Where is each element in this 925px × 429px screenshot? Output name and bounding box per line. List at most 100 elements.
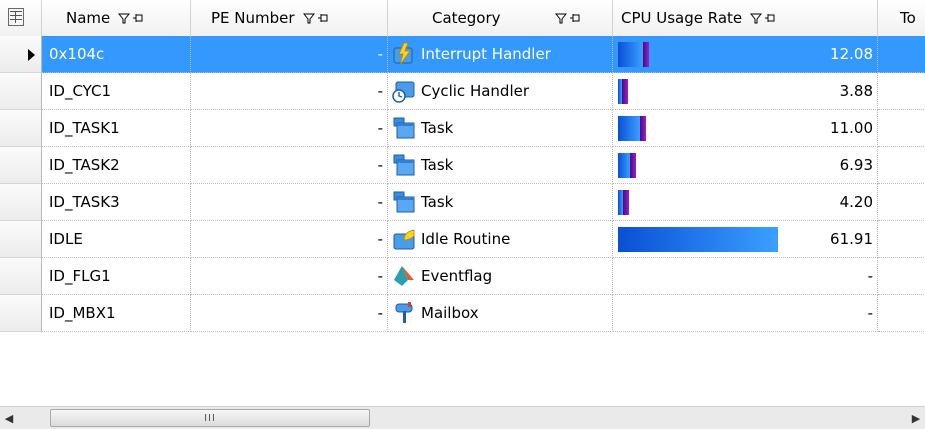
table-row[interactable]: ID_FLG1 - Eventflag -	[0, 258, 925, 295]
cpu-usage-bar-fill	[618, 116, 640, 141]
cell-category-text: Eventflag	[421, 267, 493, 285]
cpu-usage-bar-fill	[618, 42, 643, 67]
cell-category[interactable]: Idle Routine	[388, 221, 613, 258]
cpu-usage-bar-cap	[630, 153, 636, 178]
filter-icon[interactable]	[302, 12, 315, 24]
cell-pe-number[interactable]: -	[191, 258, 388, 295]
cell-pe-number[interactable]: -	[191, 184, 388, 221]
select-all-cell[interactable]	[0, 0, 42, 36]
cell-name[interactable]: ID_FLG1	[42, 258, 191, 295]
task-icon	[392, 190, 416, 214]
column-header-category[interactable]: Category	[388, 0, 613, 36]
cpu-usage-bar	[618, 79, 628, 104]
cell-name[interactable]: ID_TASK1	[42, 110, 191, 147]
interrupt-handler-icon	[392, 42, 416, 66]
table-row[interactable]: ID_MBX1 - Mailbox -	[0, 295, 925, 332]
filter-icon[interactable]	[554, 12, 567, 24]
row-header[interactable]	[0, 258, 42, 295]
cell-cpu-usage-rate-text: -	[867, 304, 873, 322]
cell-category[interactable]: Task	[388, 147, 613, 184]
row-header[interactable]	[0, 221, 42, 258]
pin-icon[interactable]	[569, 12, 581, 24]
cpu-usage-bar	[618, 42, 649, 67]
cell-cpu-usage-rate[interactable]: 61.91	[613, 221, 878, 258]
cell-total[interactable]	[878, 147, 925, 184]
cpu-usage-bar-cap	[622, 79, 628, 104]
cell-cpu-usage-rate[interactable]: -	[613, 258, 878, 295]
column-header-pe-number[interactable]: PE Number	[191, 0, 388, 36]
table-row[interactable]: ID_CYC1 - Cyclic Handler 3.88	[0, 73, 925, 110]
cell-category-text: Cyclic Handler	[421, 82, 530, 100]
cell-cpu-usage-rate[interactable]: 11.00	[613, 110, 878, 147]
cell-name[interactable]: ID_CYC1	[42, 73, 191, 110]
cell-name-text: IDLE	[49, 230, 83, 248]
cell-name[interactable]: ID_TASK2	[42, 147, 191, 184]
cell-category[interactable]: Cyclic Handler	[388, 73, 613, 110]
cyclic-handler-icon	[392, 79, 416, 103]
table-row[interactable]: ID_TASK2 - Task 6.93	[0, 147, 925, 184]
cell-pe-number-text: -	[377, 82, 383, 100]
cell-name[interactable]: IDLE	[42, 221, 191, 258]
cell-total[interactable]	[878, 36, 925, 73]
column-header-name[interactable]: Name	[42, 0, 191, 36]
table-row[interactable]: IDLE - Idle Routine 61.91	[0, 221, 925, 258]
cell-cpu-usage-rate[interactable]: 3.88	[613, 73, 878, 110]
cell-name[interactable]: ID_MBX1	[42, 295, 191, 332]
cell-category[interactable]: Eventflag	[388, 258, 613, 295]
cell-pe-number[interactable]: -	[191, 147, 388, 184]
cpu-usage-bar	[618, 116, 646, 141]
cell-cpu-usage-rate[interactable]: 6.93	[613, 147, 878, 184]
column-header-category-label: Category	[432, 9, 501, 27]
row-header[interactable]	[0, 36, 42, 73]
scrollbar-thumb[interactable]: III	[50, 409, 370, 427]
cell-category-text: Interrupt Handler	[421, 45, 551, 63]
table-row[interactable]: 0x104c - Interrupt Handler 12.08	[0, 36, 925, 73]
cell-total[interactable]	[878, 110, 925, 147]
table-row[interactable]: ID_TASK1 - Task 11.00	[0, 110, 925, 147]
cell-name-text: ID_MBX1	[49, 304, 116, 322]
column-header-cpu-usage-rate[interactable]: CPU Usage Rate	[613, 0, 878, 36]
cell-category-text: Task	[421, 156, 454, 174]
horizontal-scrollbar[interactable]: ◀ III ▶	[0, 406, 925, 429]
cell-total[interactable]	[878, 221, 925, 258]
cell-category-text: Idle Routine	[421, 230, 511, 248]
cell-pe-number[interactable]: -	[191, 221, 388, 258]
cell-total[interactable]	[878, 184, 925, 221]
row-header[interactable]	[0, 147, 42, 184]
row-header[interactable]	[0, 295, 42, 332]
cell-name[interactable]: ID_TASK3	[42, 184, 191, 221]
cell-pe-number-text: -	[377, 45, 383, 63]
column-chooser-icon[interactable]	[8, 8, 24, 26]
cell-cpu-usage-rate[interactable]: 4.20	[613, 184, 878, 221]
column-header-total[interactable]: To	[878, 0, 925, 36]
cell-name[interactable]: 0x104c	[42, 36, 191, 73]
scrollbar-grip: III	[204, 412, 216, 424]
cell-total[interactable]	[878, 73, 925, 110]
filter-icon[interactable]	[750, 12, 763, 24]
pin-icon[interactable]	[317, 12, 329, 24]
cell-pe-number[interactable]: -	[191, 295, 388, 332]
row-header[interactable]	[0, 73, 42, 110]
table-row[interactable]: ID_TASK3 - Task 4.20	[0, 184, 925, 221]
task-icon	[392, 116, 416, 140]
pin-icon[interactable]	[132, 12, 144, 24]
cell-pe-number[interactable]: -	[191, 36, 388, 73]
cpu-usage-bar	[618, 227, 778, 252]
scroll-right-icon[interactable]: ▶	[907, 407, 925, 429]
cell-total[interactable]	[878, 258, 925, 295]
cpu-usage-bar-cap	[640, 116, 646, 141]
cell-category[interactable]: Task	[388, 184, 613, 221]
cell-cpu-usage-rate[interactable]: -	[613, 295, 878, 332]
cell-total[interactable]	[878, 295, 925, 332]
cell-cpu-usage-rate[interactable]: 12.08	[613, 36, 878, 73]
cell-pe-number[interactable]: -	[191, 110, 388, 147]
row-header[interactable]	[0, 110, 42, 147]
cell-category[interactable]: Task	[388, 110, 613, 147]
pin-icon[interactable]	[764, 12, 776, 24]
cell-pe-number[interactable]: -	[191, 73, 388, 110]
row-header[interactable]	[0, 184, 42, 221]
filter-icon[interactable]	[118, 12, 131, 24]
cell-category[interactable]: Interrupt Handler	[388, 36, 613, 73]
scroll-left-icon[interactable]: ◀	[0, 407, 18, 429]
cell-category[interactable]: Mailbox	[388, 295, 613, 332]
